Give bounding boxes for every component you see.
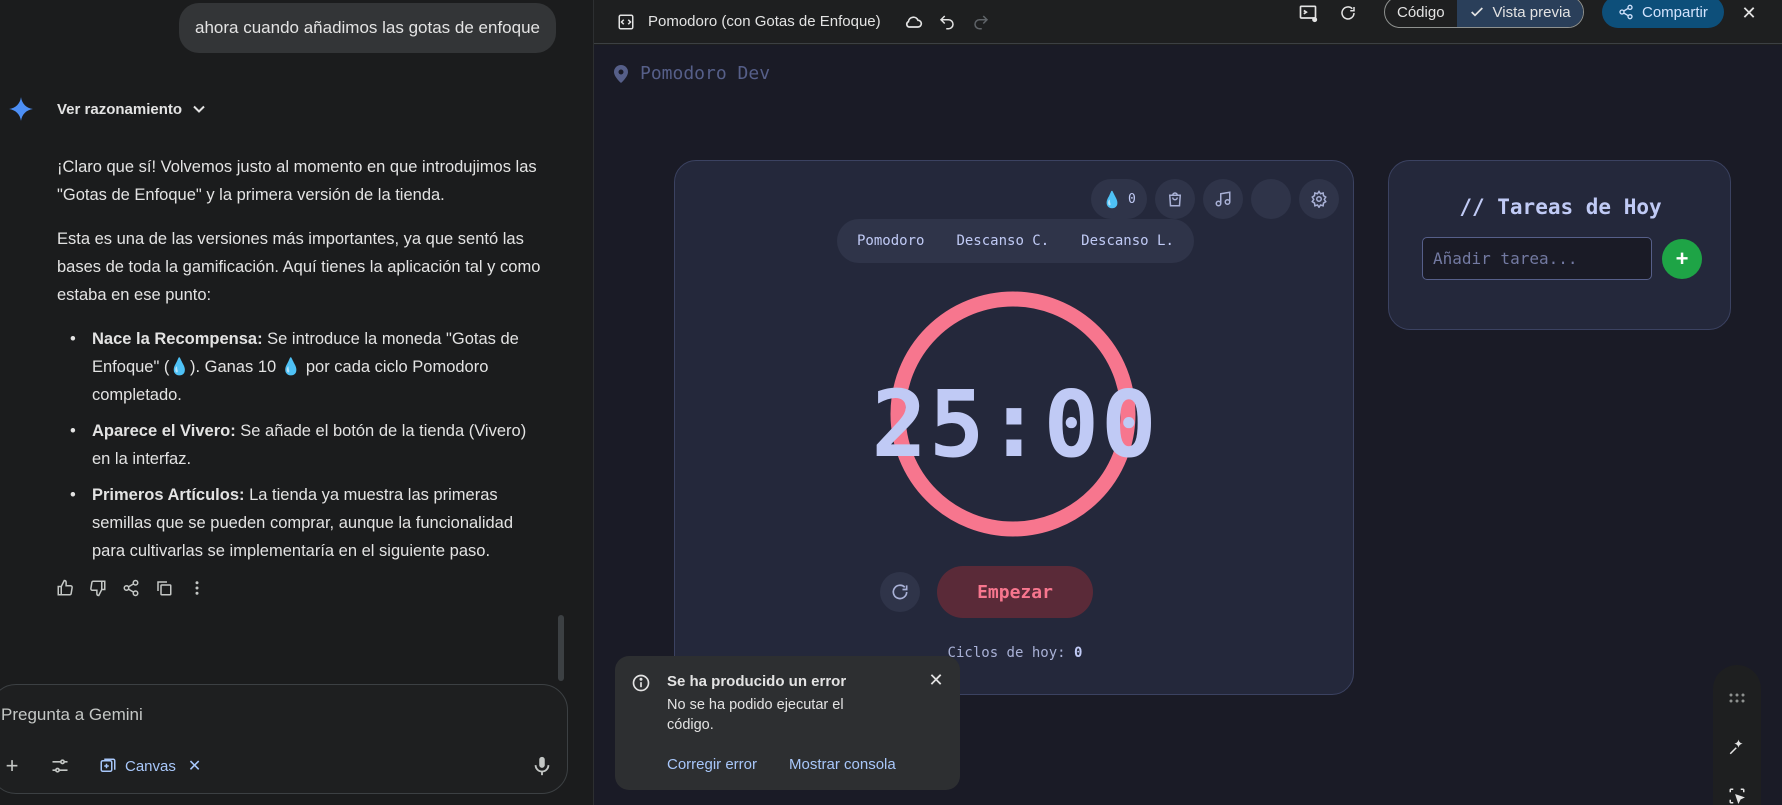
gemini-spark-icon	[9, 97, 33, 121]
fix-error-button[interactable]: Corregir error	[667, 756, 757, 773]
settings-button[interactable]	[1299, 179, 1339, 219]
tab-long-break[interactable]: Descanso L.	[1081, 233, 1174, 249]
list-item: Nace la Recompensa: Se introduce la mone…	[70, 325, 543, 409]
list-item: Aparece el Vivero: Se añade el botón de …	[70, 417, 543, 473]
close-icon[interactable]: ✕	[926, 670, 946, 690]
copy-icon[interactable]	[154, 578, 173, 597]
user-message: ahora cuando añadimos las gotas de enfoq…	[179, 3, 556, 53]
error-message: No se ha podido ejecutar el código.	[667, 697, 844, 733]
close-icon[interactable]: ✕	[1739, 3, 1759, 23]
prompt-tools: + Canvas ✕	[1, 753, 202, 778]
share-button[interactable]: Compartir	[1602, 0, 1724, 28]
canvas-side-tools	[1713, 665, 1761, 805]
chat-scrollbar[interactable]	[558, 615, 564, 681]
list-item-bold: Nace la Recompensa:	[92, 330, 263, 348]
gear-icon	[1311, 190, 1327, 208]
drops-counter: 💧 0	[1091, 179, 1147, 219]
tune-icon[interactable]	[49, 755, 71, 777]
error-actions: Corregir error Mostrar consola	[667, 756, 896, 773]
timer-toolbar: 💧 0	[1091, 179, 1339, 219]
mode-tabs: Pomodoro Descanso C. Descanso L.	[837, 219, 1194, 263]
response-actions	[55, 578, 206, 597]
reset-button[interactable]	[880, 572, 920, 612]
canvas-chip[interactable]: Canvas ✕	[99, 756, 201, 776]
redo-icon[interactable]	[971, 12, 991, 32]
music-note-icon	[1215, 191, 1231, 207]
thumbs-up-icon[interactable]	[55, 578, 74, 597]
tasks-card: // Tareas de Hoy +	[1388, 160, 1731, 330]
view-toggle: Código Vista previa	[1384, 0, 1584, 28]
plus-icon[interactable]: +	[1, 753, 23, 778]
tasks-title: // Tareas de Hoy	[1459, 195, 1662, 219]
prompt-box[interactable]: Pregunta a Gemini + Canvas ✕	[0, 684, 568, 794]
assistant-answer: ¡Claro que sí! Volvemos justo al momento…	[57, 153, 543, 573]
share-icon	[1619, 4, 1633, 20]
droplet-icon: 💧	[1102, 189, 1123, 209]
preview-tab[interactable]: Vista previa	[1456, 0, 1583, 27]
code-file-icon	[616, 12, 636, 32]
canvas-chip-label: Canvas	[125, 757, 176, 775]
select-element-icon[interactable]	[1727, 786, 1747, 805]
drops-count: 0	[1128, 191, 1136, 207]
mic-icon[interactable]	[531, 755, 553, 777]
list-item: Primeros Artículos: La tienda ya muestra…	[70, 481, 543, 565]
undo-icon[interactable]	[937, 12, 957, 32]
cycles-label: Ciclos de hoy:	[947, 645, 1066, 661]
list-item-bold: Aparece el Vivero:	[92, 422, 236, 440]
info-icon	[632, 674, 650, 692]
app-window: ahora cuando añadimos las gotas de enfoq…	[0, 0, 1782, 805]
refresh-icon[interactable]	[1338, 3, 1358, 23]
console-icon[interactable]	[1298, 3, 1318, 23]
check-icon	[1470, 7, 1483, 17]
user-message-text: ahora cuando añadimos las gotas de enfoq…	[195, 18, 540, 37]
shopping-bag-icon	[1168, 192, 1182, 207]
shop-button[interactable]	[1155, 179, 1195, 219]
canvas-toolbar: Pomodoro (con Gotas de Enfoque) Código V…	[594, 0, 1782, 44]
tab-pomodoro[interactable]: Pomodoro	[857, 233, 924, 249]
ai-edit-icon[interactable]	[1727, 737, 1747, 757]
task-input[interactable]	[1422, 237, 1652, 280]
chevron-down-icon	[193, 105, 205, 113]
reset-icon	[892, 584, 908, 600]
show-console-button[interactable]: Mostrar consola	[789, 756, 896, 773]
reasoning-label: Ver razonamiento	[57, 100, 183, 118]
music-button[interactable]	[1203, 179, 1243, 219]
drag-handle-icon[interactable]	[1727, 689, 1747, 709]
canvas-title: Pomodoro (con Gotas de Enfoque)	[648, 13, 881, 30]
timer-card: 💧 0 Pomodoro Descanso C. Descanso L. 25:…	[674, 160, 1354, 695]
code-tab[interactable]: Código	[1385, 0, 1457, 27]
error-title: Se ha producido un error	[667, 673, 847, 690]
preview-tab-label: Vista previa	[1492, 3, 1571, 21]
share-icon[interactable]	[121, 578, 140, 597]
prompt-input[interactable]: Pregunta a Gemini	[1, 705, 143, 725]
answer-paragraph: ¡Claro que sí! Volvemos justo al momento…	[57, 158, 537, 204]
timer-display: 25:00	[871, 371, 1159, 478]
location-text: Pomodoro Dev	[640, 63, 771, 84]
canvas-icon	[100, 758, 116, 772]
app-preview: Pomodoro Dev 💧 0 Pomodoro Descanso C. De…	[594, 45, 1782, 805]
list-item-bold: Primeros Artículos:	[92, 486, 245, 504]
location-pin-icon	[614, 64, 628, 83]
empty-button[interactable]	[1251, 179, 1291, 219]
answer-paragraph: Esta es una de las versiones más importa…	[57, 230, 541, 304]
chat-pane: ahora cuando añadimos las gotas de enfoq…	[0, 0, 593, 805]
more-vert-icon[interactable]	[187, 578, 206, 597]
share-label: Compartir	[1642, 3, 1708, 21]
cloud-icon[interactable]	[903, 12, 923, 32]
cycles-value: 0	[1074, 645, 1083, 661]
error-toast: Se ha producido un error No se ha podido…	[615, 656, 960, 790]
thumbs-down-icon[interactable]	[88, 578, 107, 597]
add-task-button[interactable]: +	[1662, 239, 1702, 279]
close-icon[interactable]: ✕	[188, 756, 201, 776]
start-button[interactable]: Empezar	[937, 566, 1093, 618]
answer-list: Nace la Recompensa: Se introduce la mone…	[57, 325, 543, 565]
canvas-pane: Pomodoro (con Gotas de Enfoque) Código V…	[593, 0, 1782, 805]
tab-short-break[interactable]: Descanso C.	[956, 233, 1049, 249]
reasoning-toggle[interactable]: Ver razonamiento	[8, 96, 206, 122]
location-label: Pomodoro Dev	[614, 63, 770, 84]
